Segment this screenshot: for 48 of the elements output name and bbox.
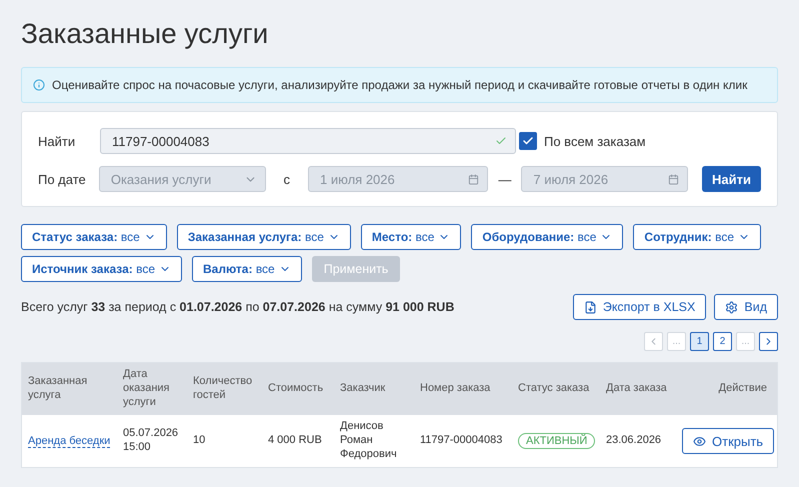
checkbox[interactable]: [519, 132, 537, 150]
range-dash: —: [498, 172, 512, 186]
open-button[interactable]: Открыть: [682, 428, 774, 454]
filter-dropdown[interactable]: Заказанная услуга: все: [176, 224, 351, 250]
info-text: Оценивайте спрос на почасовые услуги, анализируйте продажи за нужный период и скачивайте готовые отчеты в один клик: [52, 78, 748, 92]
info-icon: [33, 79, 45, 91]
page-button[interactable]: 1: [690, 332, 709, 351]
settings-icon: [725, 300, 738, 314]
table-cell-text: 10: [193, 434, 206, 448]
status-badge: АКТИВНЫЙ: [518, 433, 596, 449]
column-header: Заказанная услуга: [28, 375, 88, 403]
next-page-button[interactable]: [759, 332, 778, 351]
table-cell-text: 23.06.2026: [606, 434, 662, 448]
view-button[interactable]: Вид: [714, 294, 778, 320]
column-header: Количество гостей: [193, 375, 254, 403]
table-cell-text: 11797-00004083: [420, 434, 504, 448]
export-button[interactable]: Экспорт в XLSX: [572, 294, 706, 320]
filter-dropdown[interactable]: Источник заказа: все: [21, 256, 182, 282]
summary-text: Всего услуг 33 за период с 01.07.2026 по 07.07.2026 на сумму 91 000 RUB: [21, 300, 454, 314]
check-icon: [495, 135, 507, 147]
page-title: Заказанные услуги: [21, 17, 270, 51]
calendar-icon: [468, 174, 480, 184]
table-cell-text: 4 000 RUB: [268, 434, 323, 448]
table-cell-text: Денисов Роман Федорович: [340, 420, 398, 462]
page-button[interactable]: 2: [713, 332, 732, 351]
filter-dropdown[interactable]: Валюта: все: [192, 256, 302, 282]
file-download-icon: [584, 300, 597, 314]
filter-dropdown[interactable]: Место: все: [360, 224, 462, 250]
field-label: Найти: [38, 134, 76, 148]
search-field[interactable]: 11797-00004083: [100, 128, 516, 154]
column-header: Действие: [718, 382, 768, 396]
table-cell-text: 05.07.2026 15:00: [123, 427, 180, 455]
checkbox-label: По всем заказам: [544, 134, 646, 148]
service-link[interactable]: Аренда беседки: [28, 434, 110, 448]
column-header: Номер заказа: [420, 382, 492, 396]
filter-dropdown[interactable]: Статус заказа: все: [21, 224, 167, 250]
filter-dropdown[interactable]: Сотрудник: все: [633, 224, 762, 250]
column-header: Статус заказа: [518, 382, 590, 396]
eye-icon: [693, 434, 706, 448]
column-header: Стоимость: [268, 382, 324, 396]
check-icon: [522, 135, 534, 147]
column-header: Дата заказа: [606, 382, 668, 396]
field-label: По дате: [38, 172, 87, 186]
filter-dropdown[interactable]: Оборудование: все: [471, 224, 624, 250]
column-header: Заказчик: [340, 382, 386, 396]
calendar-icon: [668, 174, 680, 184]
column-header: Дата оказания услуги: [123, 368, 171, 410]
range-label: с: [284, 172, 290, 186]
